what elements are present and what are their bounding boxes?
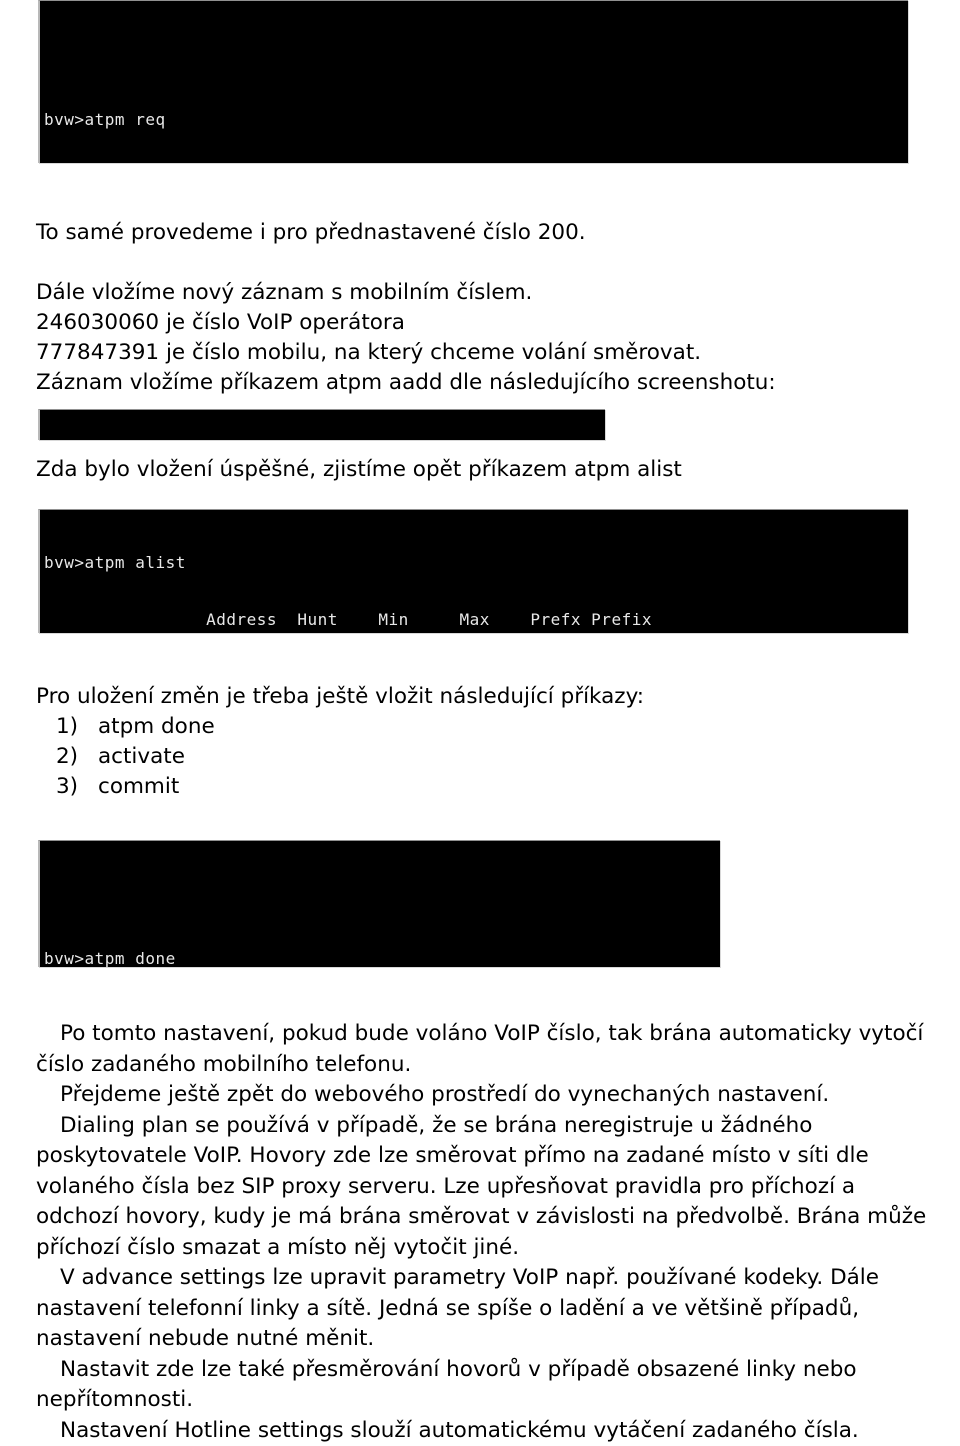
verify-text-block: Zda bylo vložení úspěšné, zjistíme opět …: [36, 455, 926, 485]
paragraph-line: 777847391 je číslo mobilu, na který chce…: [36, 338, 926, 368]
paragraph: Nastavit zde lze také přesměrování hovor…: [36, 1355, 941, 1416]
terminal-line: bvw>atpm req: [44, 110, 908, 129]
paragraph: Dialing plan se používá v případě, že se…: [36, 1111, 941, 1264]
paragraph: V advance settings lze upravit parametry…: [36, 1263, 941, 1355]
terminal-screenshot-commit: 246030060 12 9 9 9 bvw>atpm done 0007329…: [38, 840, 720, 967]
terminal-screenshot-alist-mobile: bvw>atpm alist Address Hunt Min Max Pref…: [38, 509, 908, 633]
terminal-screenshot-alist-200: 246030060 11 9 9 9 None bvw>atpm req bvw…: [38, 0, 908, 163]
list-item-label: commit: [98, 774, 179, 799]
list-item-label: activate: [98, 744, 185, 769]
terminal-body: bvw>atpm req bvw>atpm adel 246030060 bvw…: [44, 72, 908, 163]
terminal-line: bvw>atpm alist: [44, 553, 908, 572]
list-item: 3) commit: [56, 772, 926, 802]
list-item: 2) activate: [56, 742, 926, 772]
terminal-clipped-row: 246030060 11 9 9 9 None: [40, 1, 908, 15]
list-item-number: 3): [56, 772, 78, 802]
list-item: 1) atpm done: [56, 712, 926, 742]
paragraph-line: To samé provedeme i pro přednastavené čí…: [36, 218, 926, 248]
save-commands-block: Pro uložení změn je třeba ještě vložit n…: [36, 682, 926, 802]
paragraph-spacer: [36, 248, 926, 278]
terminal-screenshot-aadd-command: bvw>atpm aadd 246030060 9 9 12 9 7778473…: [38, 409, 605, 440]
terminal-clipped-row: 246030060 12 9 9 9: [40, 841, 720, 855]
intro-text-block: To samé provedeme i pro přednastavené čí…: [36, 218, 926, 398]
list-item-label: atpm done: [98, 714, 215, 739]
paragraph-line: Dále vložíme nový záznam s mobilním čísl…: [36, 278, 926, 308]
paragraph: Po tomto nastavení, pokud bude voláno Vo…: [36, 1019, 941, 1080]
command-list: 1) atpm done 2) activate 3) commit: [36, 712, 926, 802]
paragraph-line: 246030060 je číslo VoIP operátora: [36, 308, 926, 338]
terminal-table-header-row-1: Address Hunt Min Max Prefx Prefix: [44, 610, 908, 629]
paragraph: Přejdeme ještě zpět do webového prostřed…: [36, 1080, 941, 1111]
terminal-body: bvw>atpm done 000732922 NMM: ATPM Update…: [44, 911, 720, 967]
paragraph-line: Zda bylo vložení úspěšné, zjistíme opět …: [36, 455, 926, 485]
paragraph: Nastavení Hotline settings slouží automa…: [36, 1416, 941, 1446]
save-commands-heading: Pro uložení změn je třeba ještě vložit n…: [36, 682, 926, 712]
paragraph-line: Záznam vložíme příkazem atpm aadd dle ná…: [36, 368, 926, 398]
tail-text-block: Po tomto nastavení, pokud bude voláno Vo…: [36, 1019, 941, 1446]
list-item-number: 2): [56, 742, 78, 772]
list-item-number: 1): [56, 712, 78, 742]
terminal-command-line: bvw>atpm done: [44, 949, 720, 967]
